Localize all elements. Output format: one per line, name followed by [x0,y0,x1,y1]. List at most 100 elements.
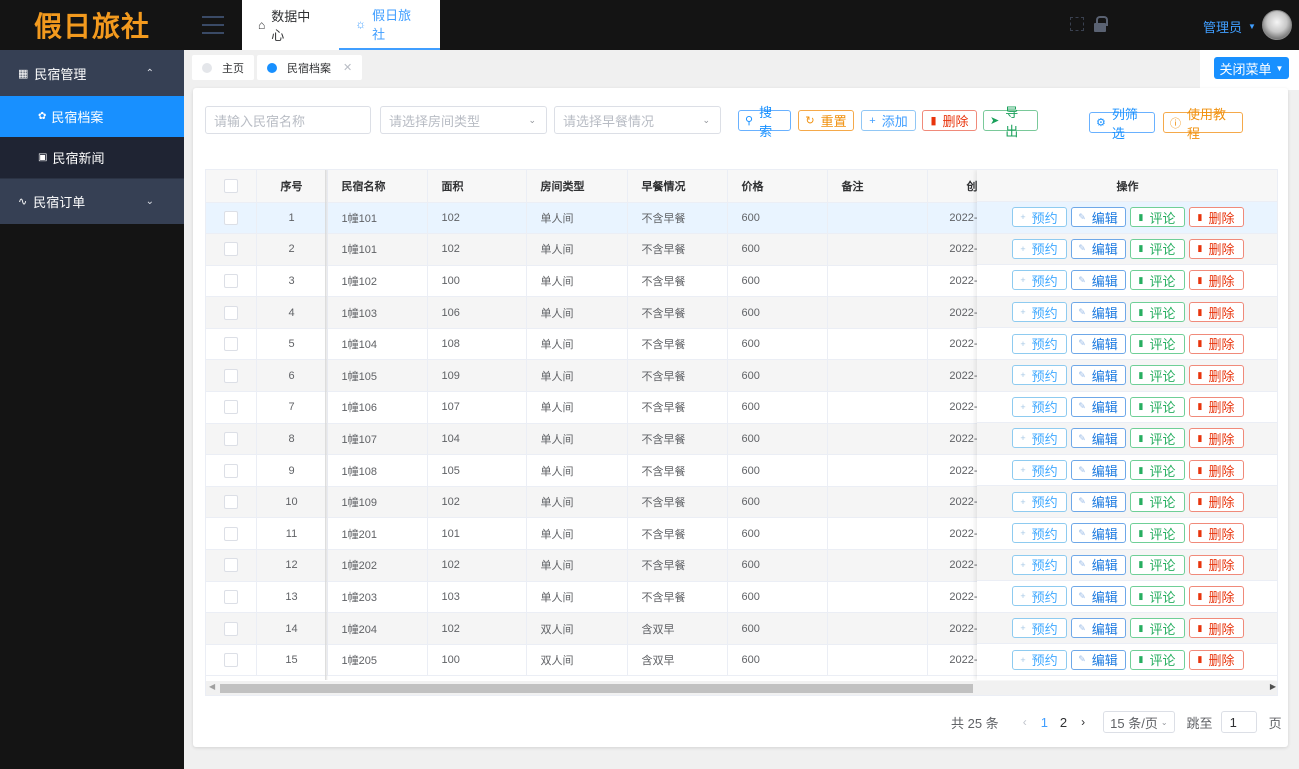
lock-icon[interactable] [1094,16,1108,32]
row-checkbox[interactable] [206,612,257,645]
row-delete-button[interactable]: ▮ 删除 [1188,207,1244,228]
row-delete-button[interactable]: ▮ 删除 [1188,396,1244,417]
delete-button[interactable]: ▮ 删除 [922,110,977,131]
book-button[interactable]: + 预约 [1011,365,1067,386]
column-filter-button[interactable]: ⚙ 列筛选 [1089,107,1155,141]
export-button[interactable]: ➤ 导出 [983,105,1038,139]
book-button[interactable]: + 预约 [1011,586,1067,607]
comment-button[interactable]: ▮ 评论 [1129,554,1185,575]
close-menu-button[interactable]: 关闭菜单 ▼ [1214,57,1289,79]
row-delete-button[interactable]: ▮ 删除 [1188,460,1244,481]
row-delete-button[interactable]: ▮ 删除 [1188,365,1244,386]
sidebar-item-homestay-news[interactable]: ▣ 民宿新闻 [0,137,184,178]
edit-button[interactable]: ✎ 编辑 [1070,270,1126,291]
comment-button[interactable]: ▮ 评论 [1129,207,1185,228]
row-checkbox[interactable] [206,423,257,456]
scrollbar-thumb[interactable] [220,684,973,693]
row-delete-button[interactable]: ▮ 删除 [1188,523,1244,544]
tutorial-button[interactable]: ⓘ 使用教程 [1163,107,1243,141]
row-delete-button[interactable]: ▮ 删除 [1188,618,1244,639]
column-header-room-type[interactable]: 房间类型 [526,170,628,203]
comment-button[interactable]: ▮ 评论 [1129,270,1185,291]
close-icon[interactable]: ✕ [343,61,352,74]
row-checkbox[interactable] [206,265,257,298]
row-checkbox[interactable] [206,517,257,551]
edit-button[interactable]: ✎ 编辑 [1070,460,1126,481]
next-page-icon[interactable]: › [1081,715,1085,729]
book-button[interactable]: + 预约 [1011,302,1067,323]
column-header-created[interactable]: 创 [927,170,979,203]
row-checkbox[interactable] [206,454,257,487]
scroll-left-icon[interactable]: ◀ [209,682,215,691]
edit-button[interactable]: ✎ 编辑 [1070,586,1126,607]
avatar[interactable] [1262,10,1292,40]
row-delete-button[interactable]: ▮ 删除 [1188,428,1244,449]
row-checkbox[interactable] [206,486,257,519]
edit-button[interactable]: ✎ 编辑 [1070,207,1126,228]
tag-home[interactable]: 主页 [192,55,254,80]
comment-button[interactable]: ▮ 评论 [1129,618,1185,639]
prev-page-icon[interactable]: ‹ [1023,715,1027,729]
menu-toggle-icon[interactable] [202,16,224,34]
breakfast-select[interactable]: 请选择早餐情况 ⌄ [554,106,721,134]
book-button[interactable]: + 预约 [1011,270,1067,291]
book-button[interactable]: + 预约 [1011,618,1067,639]
book-button[interactable]: + 预约 [1011,554,1067,575]
sidebar-group-homestay-management[interactable]: ▦ 民宿管理 ⌃ [0,50,184,96]
row-checkbox[interactable] [206,202,257,235]
edit-button[interactable]: ✎ 编辑 [1070,649,1126,670]
add-button[interactable]: + 添加 [861,110,916,131]
page-2[interactable]: 2 [1060,715,1067,730]
edit-button[interactable]: ✎ 编辑 [1070,554,1126,575]
book-button[interactable]: + 预约 [1011,523,1067,544]
column-header-area[interactable]: 面积 [427,170,527,203]
comment-button[interactable]: ▮ 评论 [1129,333,1185,354]
topnav-data-center[interactable]: ⌂ 数据中心 [242,0,339,50]
column-header-breakfast[interactable]: 早餐情况 [627,170,728,203]
row-checkbox[interactable] [206,233,257,266]
row-delete-button[interactable]: ▮ 删除 [1188,491,1244,512]
book-button[interactable]: + 预约 [1011,649,1067,670]
row-delete-button[interactable]: ▮ 删除 [1188,302,1244,323]
column-header-name[interactable]: 民宿名称 [327,170,428,203]
column-header-note[interactable]: 备注 [827,170,928,203]
row-checkbox[interactable] [206,359,257,393]
edit-button[interactable]: ✎ 编辑 [1070,428,1126,449]
comment-button[interactable]: ▮ 评论 [1129,238,1185,259]
edit-button[interactable]: ✎ 编辑 [1070,618,1126,639]
row-delete-button[interactable]: ▮ 删除 [1188,333,1244,354]
row-delete-button[interactable]: ▮ 删除 [1188,554,1244,575]
book-button[interactable]: + 预约 [1011,460,1067,481]
edit-button[interactable]: ✎ 编辑 [1070,365,1126,386]
reset-button[interactable]: ↻ 重置 [798,110,854,131]
row-checkbox[interactable] [206,328,257,361]
book-button[interactable]: + 预约 [1011,396,1067,417]
comment-button[interactable]: ▮ 评论 [1129,649,1185,670]
app-logo[interactable]: 假日旅社 [0,0,184,50]
edit-button[interactable]: ✎ 编辑 [1070,396,1126,417]
topnav-holiday-inn[interactable]: ☼ 假日旅社 [339,0,440,50]
homestay-name-input[interactable]: 请输入民宿名称 [205,106,371,134]
edit-button[interactable]: ✎ 编辑 [1070,333,1126,354]
book-button[interactable]: + 预约 [1011,207,1067,228]
page-1[interactable]: 1 [1041,715,1048,730]
horizontal-scrollbar[interactable]: ◀ ▶ [206,681,1277,695]
edit-button[interactable]: ✎ 编辑 [1070,238,1126,259]
book-button[interactable]: + 预约 [1011,238,1067,259]
comment-button[interactable]: ▮ 评论 [1129,302,1185,323]
sidebar-item-homestay-archive[interactable]: ✿ 民宿档案 [0,96,184,137]
tag-homestay-archive[interactable]: 民宿档案 ✕ [257,55,363,80]
edit-button[interactable]: ✎ 编辑 [1070,523,1126,544]
row-checkbox[interactable] [206,391,257,424]
user-dropdown[interactable]: 管理员 ▼ [1203,17,1256,36]
fullscreen-icon[interactable] [1070,17,1084,31]
row-delete-button[interactable]: ▮ 删除 [1188,649,1244,670]
select-all-checkbox[interactable] [206,170,257,203]
comment-button[interactable]: ▮ 评论 [1129,365,1185,386]
row-checkbox[interactable] [206,549,257,582]
comment-button[interactable]: ▮ 评论 [1129,523,1185,544]
column-header-index[interactable]: 序号 [256,170,328,203]
comment-button[interactable]: ▮ 评论 [1129,460,1185,481]
row-delete-button[interactable]: ▮ 删除 [1188,586,1244,607]
book-button[interactable]: + 预约 [1011,333,1067,354]
